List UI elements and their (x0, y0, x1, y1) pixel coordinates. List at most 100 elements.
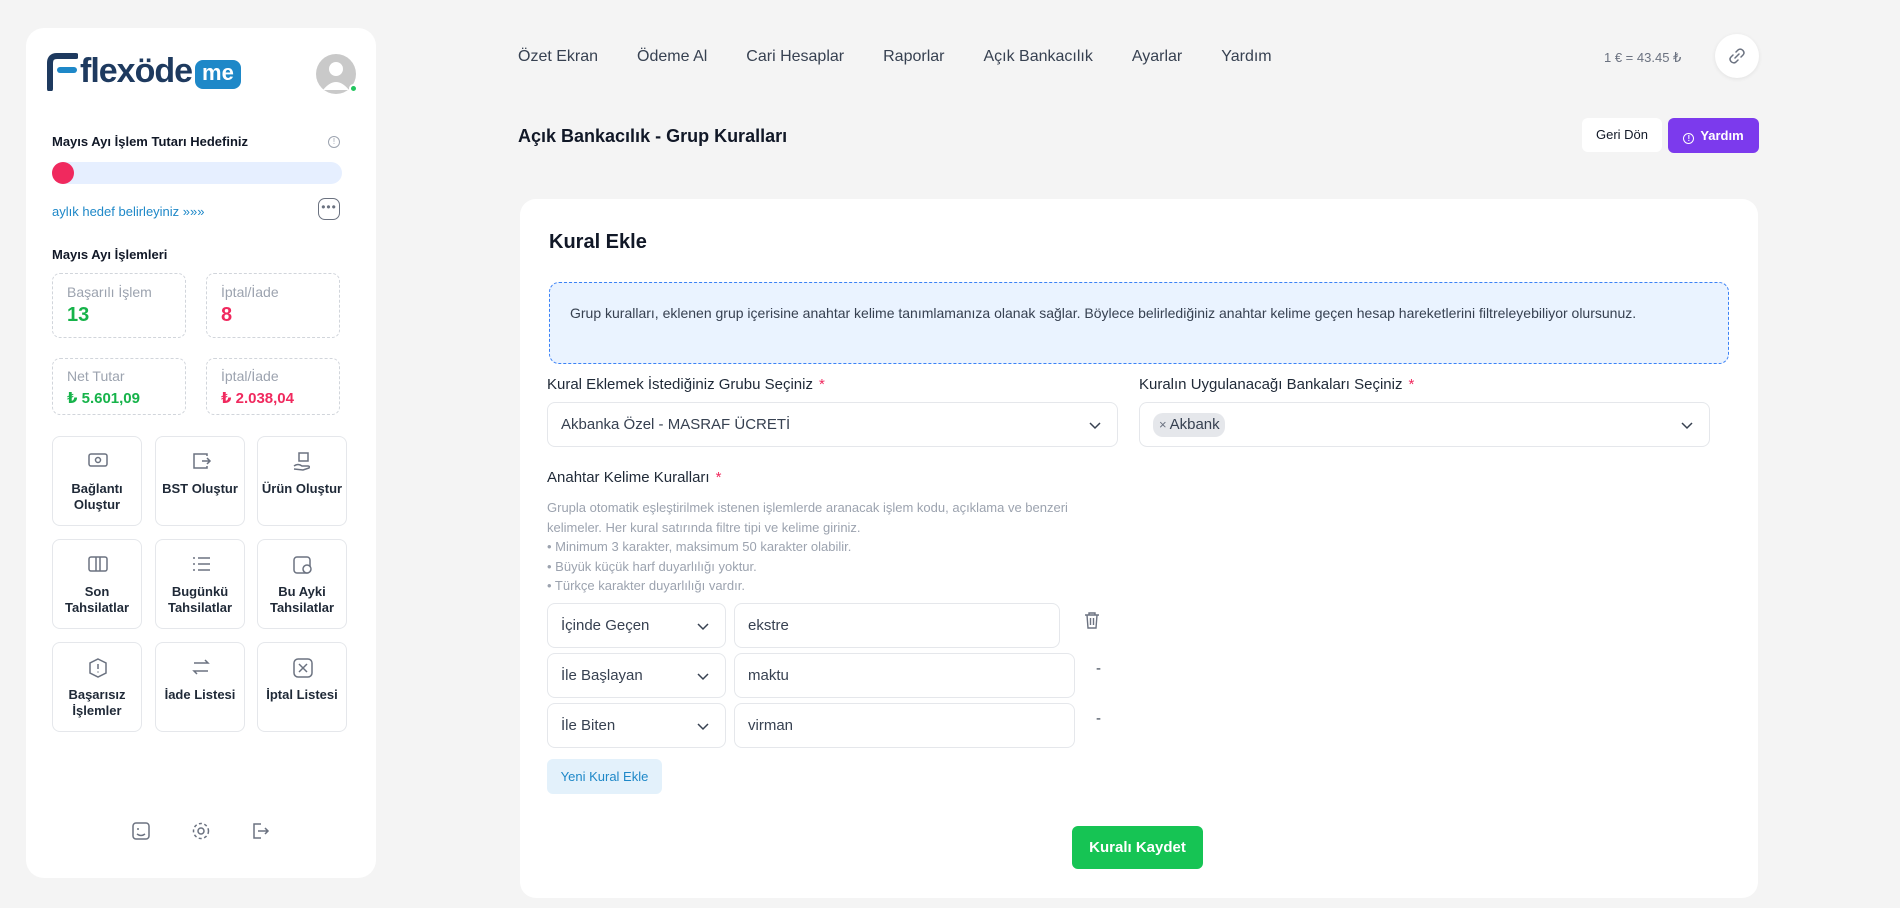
stat-value: 13 (67, 304, 90, 326)
rule-keyword-input[interactable]: ekstre (734, 603, 1060, 648)
logo-mark-icon (46, 52, 79, 92)
tile-month-collections[interactable]: Bu Ayki Tahsilatlar (257, 539, 347, 629)
remove-rule-button[interactable]: - (1096, 710, 1101, 727)
group-select-label: Kural Eklemek İstediğiniz Grubu Seçiniz * (547, 376, 825, 393)
add-rule-button[interactable]: Yeni Kural Ekle (547, 759, 662, 794)
page-title: Açık Bankacılık - Grup Kuralları (518, 126, 788, 146)
goal-title: Mayıs Ayı İşlem Tutarı Hedefiniz (52, 134, 249, 149)
info-alert: Grup kuralları, eklenen grup içerisine a… (549, 282, 1729, 364)
bank-select[interactable]: × Akbank (1139, 402, 1710, 447)
rule-type-select[interactable]: İçinde Geçen (547, 603, 726, 648)
list-icon (193, 557, 210, 571)
save-rule-button[interactable]: Kuralı Kaydet (1072, 826, 1203, 869)
nav-item-reports[interactable]: Raporlar (883, 48, 944, 66)
group-select-value: Akbanka Özel - MASRAF ÜCRETİ (561, 416, 791, 433)
tile-label: Bugünkü Tahsilatlar (167, 584, 233, 615)
link-icon (1729, 48, 1745, 64)
set-goal-link[interactable]: aylık hedef belirleyiniz »»» (52, 204, 204, 219)
remove-chip-icon[interactable]: × (1159, 417, 1167, 432)
cancel-icon (293, 658, 313, 678)
card-icon (88, 556, 108, 572)
stat-value: ₺ 5.601,09 (67, 390, 140, 407)
nav-item-summary[interactable]: Özet Ekran (518, 48, 598, 66)
nav-item-payment[interactable]: Ödeme Al (637, 48, 707, 66)
required-mark: * (1408, 376, 1415, 393)
brand-logo[interactable]: flexöde me (46, 52, 241, 92)
stat-label: İptal/İade (221, 284, 279, 300)
chevron-down-icon (1089, 422, 1101, 430)
logout-icon[interactable] (249, 820, 271, 842)
stat-value: ₺ 2.038,04 (221, 390, 294, 407)
bank-select-label: Kuralın Uygulanacağı Bankaları Seçiniz * (1139, 376, 1414, 393)
help-line: Grupla otomatik eşleştirilmek istenen iş… (547, 500, 1068, 535)
wallet-icon (193, 453, 212, 469)
tile-label: Ürün Oluştur (261, 481, 343, 496)
online-status-dot (349, 84, 358, 93)
goal-progress-bar (52, 162, 342, 184)
goal-progress-fill (52, 162, 74, 184)
rule-type-select[interactable]: İle Biten (547, 703, 726, 748)
rule-card: Kural Ekle Grup kuralları, eklenen grup … (520, 199, 1758, 898)
nav-item-open-banking[interactable]: Açık Bankacılık (983, 48, 1092, 66)
calendar-icon (293, 556, 312, 574)
tile-failed-transactions[interactable]: Başarısız İşlemler (52, 642, 142, 732)
tile-label: Başarısız İşlemler (68, 687, 126, 718)
exchange-rate: 1 € = 43.45 ₺ (1604, 50, 1682, 65)
stat-label: Net Tutar (67, 368, 125, 384)
group-select[interactable]: Akbanka Özel - MASRAF ÜCRETİ (547, 402, 1118, 447)
help-button[interactable]: ! Yardım (1668, 118, 1759, 153)
help-line: • Büyük küçük harf duyarlılığı yoktur. (547, 558, 757, 574)
required-mark: * (715, 469, 722, 486)
keyword-rules-label: Anahtar Kelime Kuralları * (547, 469, 721, 486)
brand-suffix: me (195, 60, 241, 89)
tile-recent-collections[interactable]: Son Tahsilatlar (52, 539, 142, 629)
alert-icon (89, 658, 107, 678)
help-button-label: Yardım (1700, 128, 1744, 143)
rule-keyword-input[interactable]: maktu (734, 653, 1075, 698)
tile-create-link[interactable]: Bağlantı Oluştur (52, 436, 142, 526)
stat-label: İptal/İade (221, 368, 279, 384)
chevron-down-icon (697, 673, 709, 681)
info-icon: ! (1683, 133, 1695, 144)
chevron-down-icon (697, 723, 709, 731)
remove-rule-button[interactable]: - (1096, 660, 1101, 677)
tile-label: İptal Listesi (266, 687, 338, 702)
rule-type-value: İçinde Geçen (561, 617, 650, 634)
stat-success-count: Başarılı İşlem 13 (52, 273, 186, 338)
sidebar: flexöde me Mayıs Ayı İşlem Tutarı Hedefi… (26, 28, 376, 878)
stat-label: Başarılı İşlem (67, 284, 152, 300)
gear-icon[interactable] (190, 820, 212, 842)
hand-box-icon (293, 452, 311, 471)
tile-label: Bu Ayki Tahsilatlar (269, 584, 335, 615)
more-options-icon[interactable]: ••• (318, 198, 340, 220)
keyword-help-text: Grupla otomatik eşleştirilmek istenen iş… (547, 498, 1107, 596)
trash-icon[interactable] (1084, 611, 1100, 629)
rule-type-value: İle Başlayan (561, 667, 643, 684)
card-title: Kural Ekle (549, 231, 647, 253)
tile-label: Bağlantı Oluştur (71, 481, 123, 512)
tile-refund-list[interactable]: İade Listesi (155, 642, 245, 732)
tile-today-collections[interactable]: Bugünkü Tahsilatlar (155, 539, 245, 629)
bank-chip: × Akbank (1153, 413, 1225, 437)
support-icon[interactable] (130, 820, 152, 842)
link-button[interactable] (1715, 34, 1759, 78)
top-nav: Özet Ekran Ödeme Al Cari Hesaplar Raporl… (518, 48, 1311, 66)
stat-cancel-amount: İptal/İade ₺ 2.038,04 (206, 358, 340, 415)
rule-keyword-input[interactable]: virman (734, 703, 1075, 748)
tile-create-bst[interactable]: BST Oluştur (155, 436, 245, 526)
nav-item-help[interactable]: Yardım (1221, 48, 1271, 66)
tile-cancel-list[interactable]: İptal Listesi (257, 642, 347, 732)
tile-label: BST Oluştur (162, 481, 238, 496)
stat-cancel-count: İptal/İade 8 (206, 273, 340, 338)
tile-create-product[interactable]: Ürün Oluştur (257, 436, 347, 526)
info-icon[interactable]: ! (328, 136, 340, 148)
back-button[interactable]: Geri Dön (1582, 118, 1662, 152)
nav-item-settings[interactable]: Ayarlar (1132, 48, 1182, 66)
keyword-rules-label-text: Anahtar Kelime Kuralları (547, 469, 710, 486)
rule-type-select[interactable]: İle Başlayan (547, 653, 726, 698)
tile-label: İade Listesi (164, 687, 236, 702)
help-line: • Türkçe karakter duyarlılığı vardır. (547, 578, 745, 593)
brand-name: flexöde (80, 52, 193, 90)
nav-item-accounts[interactable]: Cari Hesaplar (746, 48, 844, 66)
refund-icon (192, 659, 210, 675)
